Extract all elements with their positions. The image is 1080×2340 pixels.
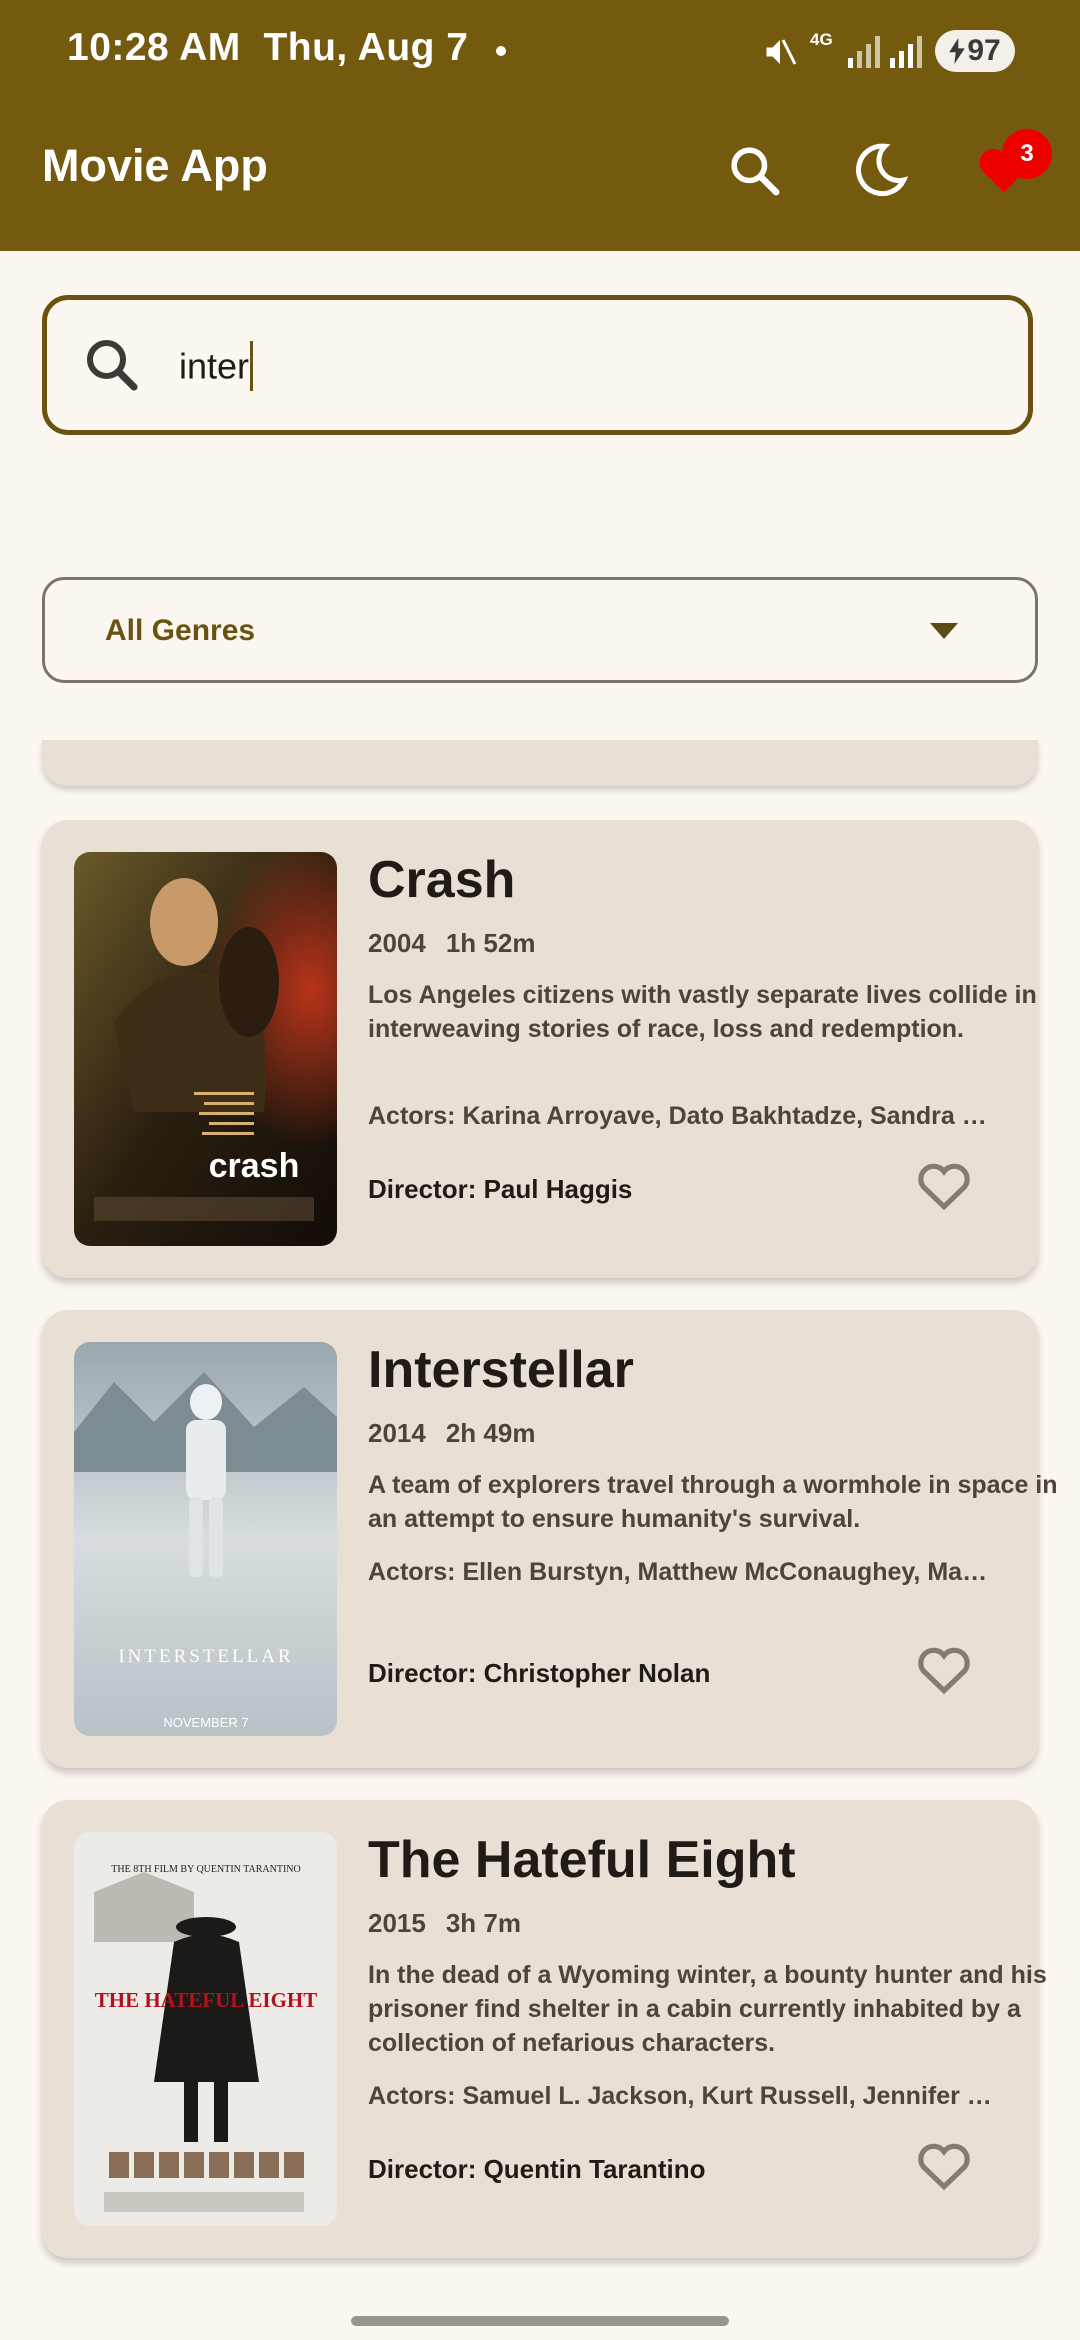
signal-icon-2 bbox=[890, 36, 922, 68]
home-indicator[interactable] bbox=[351, 2316, 729, 2326]
battery-indicator: 97 bbox=[935, 30, 1015, 72]
favorites-count-badge: 3 bbox=[1002, 129, 1052, 179]
svg-text:THE 8TH FILM BY QUENTIN TARANT: THE 8TH FILM BY QUENTIN TARANTINO bbox=[111, 1864, 300, 1875]
genre-dropdown[interactable]: All Genres bbox=[42, 577, 1038, 683]
favorite-button[interactable] bbox=[908, 1634, 980, 1706]
movie-title: The Hateful Eight bbox=[368, 1831, 796, 1889]
search-button[interactable] bbox=[714, 130, 794, 210]
search-input-value: inter bbox=[179, 341, 254, 394]
movie-title: Interstellar bbox=[368, 1341, 634, 1399]
movie-meta: 2004 1h 52m bbox=[368, 928, 535, 959]
movie-actors: Actors: Karina Arroyave, Dato Bakhtadze,… bbox=[368, 1102, 1000, 1130]
movie-poster: crash bbox=[74, 852, 337, 1246]
movie-description: Los Angeles citizens with vastly separat… bbox=[368, 981, 1037, 1043]
theme-toggle-button[interactable] bbox=[840, 130, 920, 210]
movie-card-partial bbox=[42, 740, 1038, 786]
heart-outline-icon bbox=[918, 2143, 970, 2191]
movie-title: Crash bbox=[368, 851, 516, 909]
moon-icon bbox=[856, 143, 909, 197]
search-icon bbox=[731, 147, 780, 196]
movie-actors: Actors: Samuel L. Jackson, Kurt Russell,… bbox=[368, 2082, 1000, 2110]
search-input[interactable]: inter bbox=[42, 295, 1033, 435]
charging-icon bbox=[949, 38, 966, 64]
status-time: 10:28 AM Thu, Aug 7 bbox=[67, 26, 469, 69]
movie-actors: Actors: Ellen Burstyn, Matthew McConaugh… bbox=[368, 1558, 1000, 1586]
favorite-button[interactable] bbox=[908, 1150, 980, 1222]
movie-director: Director: Quentin Tarantino bbox=[368, 2154, 706, 2184]
movie-poster: INTERSTELLAR NOVEMBER 7 bbox=[74, 1342, 337, 1736]
heart-outline-icon bbox=[918, 1163, 970, 1211]
notification-dot bbox=[496, 46, 506, 56]
genre-dropdown-value: All Genres bbox=[105, 614, 256, 647]
app-title: Movie App bbox=[42, 140, 268, 191]
movie-duration: 2h 49m bbox=[445, 1418, 536, 1448]
text-cursor bbox=[250, 341, 254, 391]
movie-year: 2015 bbox=[368, 1908, 426, 1938]
movie-director: Director: Paul Haggis bbox=[368, 1174, 633, 1204]
dropdown-arrow-icon bbox=[930, 623, 958, 639]
search-field-icon bbox=[86, 339, 138, 391]
favorite-button[interactable] bbox=[908, 2130, 980, 2202]
svg-text:NOVEMBER 7: NOVEMBER 7 bbox=[163, 1715, 248, 1730]
signal-icon bbox=[848, 36, 880, 68]
movie-duration: 3h 7m bbox=[445, 1908, 521, 1938]
movie-poster: THE 8TH FILM BY QUENTIN TARANTINO THE HA… bbox=[74, 1832, 337, 2226]
movie-director: Director: Christopher Nolan bbox=[368, 1658, 711, 1688]
svg-text:INTERSTELLAR: INTERSTELLAR bbox=[118, 1646, 293, 1667]
movie-description: A team of explorers travel through a wor… bbox=[368, 1471, 1058, 1533]
heart-outline-icon bbox=[918, 1647, 970, 1695]
movie-duration: 1h 52m bbox=[445, 928, 536, 958]
movie-card[interactable]: crash Crash 2004 1h 52m Los Angeles citiz… bbox=[42, 820, 1038, 1278]
movie-description: In the dead of a Wyoming winter, a bount… bbox=[368, 1961, 1047, 2057]
mute-icon bbox=[766, 39, 797, 65]
svg-text:THE HATEFUL EIGHT: THE HATEFUL EIGHT bbox=[95, 1988, 318, 2012]
app-bar: 10:28 AM Thu, Aug 7 4G 97 Movie App 3 bbox=[0, 0, 1080, 251]
movie-year: 2004 bbox=[368, 928, 426, 958]
network-label: 4G bbox=[810, 30, 833, 49]
movie-card[interactable]: INTERSTELLAR NOVEMBER 7 Interstellar 201… bbox=[42, 1310, 1058, 1768]
movie-year: 2014 bbox=[368, 1418, 426, 1448]
movie-meta: 2015 3h 7m bbox=[368, 1908, 521, 1939]
movie-meta: 2014 2h 49m bbox=[368, 1418, 535, 1449]
movie-card[interactable]: THE 8TH FILM BY QUENTIN TARANTINO THE HA… bbox=[42, 1800, 1047, 2258]
svg-text:crash: crash bbox=[209, 1147, 300, 1185]
